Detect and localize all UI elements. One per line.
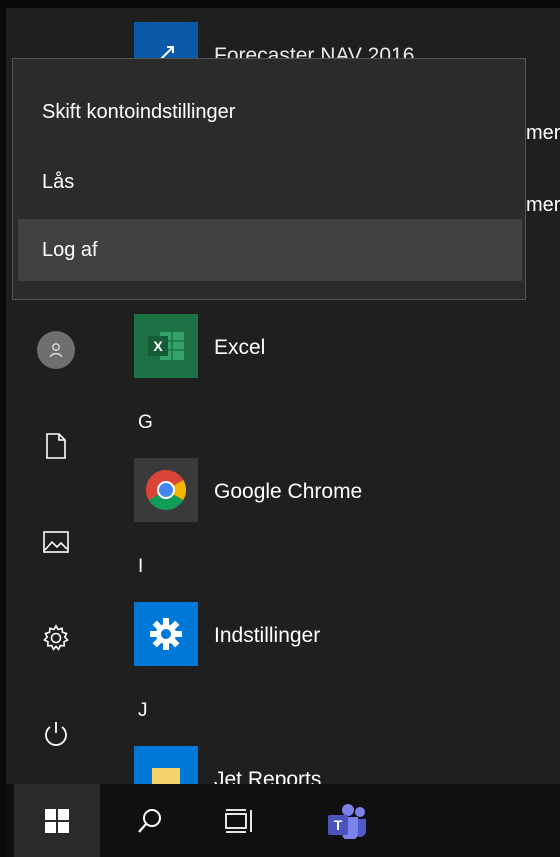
section-letter-g[interactable]: G (138, 412, 153, 434)
teams-icon: T (328, 803, 366, 839)
app-label-jet-reports[interactable]: Jet Reports (214, 768, 321, 784)
task-view-icon (225, 808, 252, 833)
section-letter-i[interactable]: I (138, 556, 143, 578)
windows-start-icon (45, 808, 69, 833)
app-label-excel[interactable]: Excel (214, 336, 265, 360)
settings-tile[interactable] (134, 602, 198, 666)
settings-icon (43, 624, 69, 651)
section-letter-j[interactable]: J (138, 700, 148, 722)
excel-icon: X (148, 332, 184, 360)
user-account-button[interactable] (32, 326, 80, 374)
change-account-settings-item[interactable]: Skift kontoindstillinger (18, 81, 522, 143)
jet-reports-tile[interactable] (134, 746, 198, 784)
jet-reports-icon (152, 768, 180, 784)
task-view-button[interactable] (200, 784, 280, 857)
app-label-settings[interactable]: Indstillinger (214, 624, 320, 648)
start-button[interactable] (14, 784, 100, 857)
person-icon (49, 343, 63, 358)
app-label-chrome[interactable]: Google Chrome (214, 480, 362, 504)
user-avatar-icon (37, 331, 75, 369)
teams-button[interactable]: T (306, 784, 386, 857)
svg-text:X: X (153, 338, 163, 354)
account-context-menu: Skift kontoindstillinger Lås Log af (12, 58, 526, 300)
search-button[interactable] (110, 784, 190, 857)
documents-button[interactable] (32, 422, 80, 470)
svg-text:T: T (334, 817, 343, 833)
cut-text-2: mer (526, 194, 560, 216)
sign-out-item[interactable]: Log af (18, 219, 522, 281)
excel-tile[interactable]: X (134, 314, 198, 378)
settings-rail-button[interactable] (32, 614, 80, 662)
power-button[interactable] (32, 710, 80, 758)
cut-text-1: mer (526, 122, 560, 144)
chrome-icon (146, 470, 186, 510)
search-icon (138, 808, 161, 833)
start-menu: Forecaster NAV 2016 mer mer X Excel G Go… (6, 8, 560, 784)
chrome-tile[interactable] (134, 458, 198, 522)
lock-item[interactable]: Lås (18, 151, 522, 213)
power-icon (45, 722, 67, 746)
taskbar: T (6, 784, 560, 857)
pictures-button[interactable] (32, 518, 80, 566)
document-icon (46, 433, 66, 459)
pictures-icon (43, 531, 69, 553)
gear-icon (150, 618, 182, 650)
